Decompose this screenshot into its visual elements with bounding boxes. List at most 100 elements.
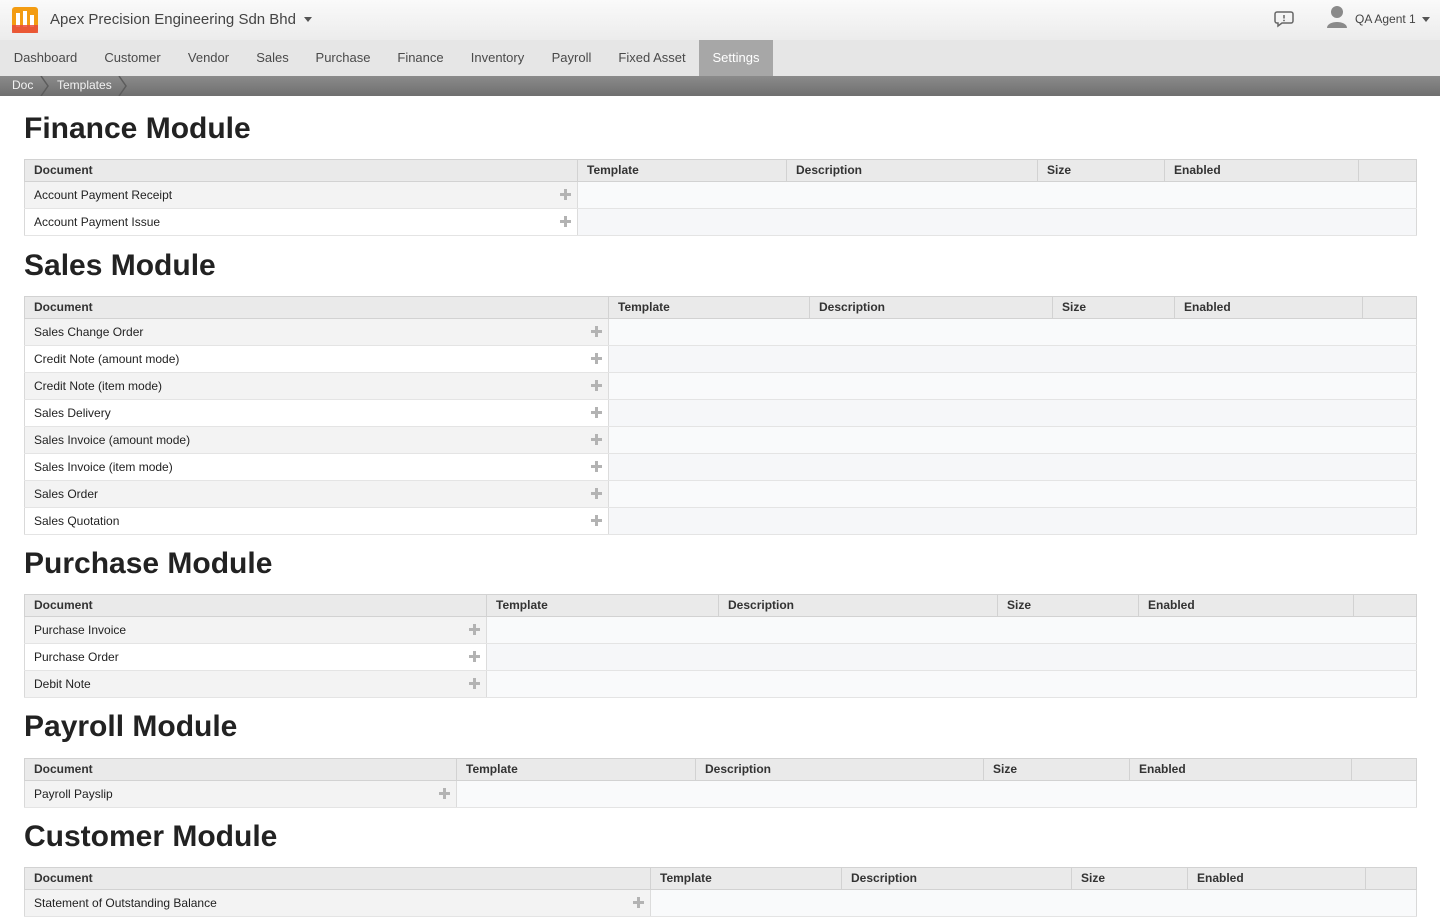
add-template-icon[interactable]	[469, 678, 480, 689]
nav-item-settings[interactable]: Settings	[699, 40, 773, 76]
table-row: Credit Note (amount mode)	[24, 345, 1417, 373]
module-title-purchase: Purchase Module	[24, 547, 273, 580]
table-row: Payroll Payslip	[24, 780, 1417, 808]
nav-item-vendor[interactable]: Vendor	[174, 40, 243, 76]
nav-item-customer[interactable]: Customer	[91, 40, 174, 76]
document-name: Sales Quotation	[34, 514, 120, 528]
table-row: Debit Note	[24, 670, 1417, 698]
column-header-template[interactable]: Template	[650, 867, 842, 890]
document-name: Account Payment Receipt	[34, 188, 173, 202]
document-name: Sales Change Order	[34, 325, 144, 339]
document-cell: Sales Invoice (item mode)	[24, 453, 609, 481]
column-header-size[interactable]: Size	[1052, 296, 1175, 319]
column-header-description[interactable]: Description	[841, 867, 1072, 890]
column-header-actions	[1358, 159, 1417, 182]
document-name: Statement of Outstanding Balance	[34, 896, 217, 910]
add-template-icon[interactable]	[591, 488, 602, 499]
document-name: Purchase Order	[34, 650, 119, 664]
document-name: Sales Invoice (amount mode)	[34, 433, 191, 447]
column-header-size[interactable]: Size	[1037, 159, 1165, 182]
column-header-description[interactable]: Description	[695, 758, 984, 781]
add-template-icon[interactable]	[469, 651, 480, 662]
template-details-cell	[486, 670, 1417, 698]
column-header-enabled[interactable]: Enabled	[1164, 159, 1359, 182]
table-row: Credit Note (item mode)	[24, 372, 1417, 400]
nav-item-sales[interactable]: Sales	[243, 40, 302, 76]
column-header-template[interactable]: Template	[456, 758, 696, 781]
document-name: Payroll Payslip	[34, 787, 113, 801]
app-logo[interactable]	[12, 7, 38, 33]
document-cell: Sales Order	[24, 480, 609, 508]
document-name: Sales Order	[34, 487, 99, 501]
document-cell: Debit Note	[24, 670, 487, 698]
column-header-size[interactable]: Size	[1071, 867, 1188, 890]
column-header-document[interactable]: Document	[24, 867, 651, 890]
column-header-size[interactable]: Size	[997, 594, 1139, 617]
document-name: Sales Invoice (item mode)	[34, 460, 173, 474]
nav-item-purchase[interactable]: Purchase	[302, 40, 384, 76]
add-template-icon[interactable]	[439, 788, 450, 799]
column-header-actions	[1362, 296, 1417, 319]
column-header-template[interactable]: Template	[577, 159, 787, 182]
table-row: Sales Invoice (amount mode)	[24, 426, 1417, 454]
template-details-cell	[486, 643, 1417, 671]
breadcrumb-separator-icon	[40, 76, 49, 96]
document-cell: Purchase Order	[24, 643, 487, 671]
document-name: Credit Note (amount mode)	[34, 352, 180, 366]
column-header-enabled[interactable]: Enabled	[1174, 296, 1363, 319]
column-header-description[interactable]: Description	[809, 296, 1053, 319]
breadcrumb-doc[interactable]: Doc	[12, 76, 33, 96]
add-template-icon[interactable]	[591, 461, 602, 472]
add-template-icon[interactable]	[591, 326, 602, 337]
document-cell: Purchase Invoice	[24, 616, 487, 644]
add-template-icon[interactable]	[560, 189, 571, 200]
user-dropdown-icon[interactable]	[1422, 17, 1430, 22]
nav-item-inventory[interactable]: Inventory	[457, 40, 538, 76]
breadcrumb-templates[interactable]: Templates	[57, 76, 112, 96]
column-header-enabled[interactable]: Enabled	[1187, 867, 1366, 890]
module-title-customer: Customer Module	[24, 820, 278, 853]
table-row: Account Payment Receipt	[24, 181, 1417, 209]
add-template-icon[interactable]	[591, 515, 602, 526]
add-template-icon[interactable]	[469, 624, 480, 635]
add-template-icon[interactable]	[591, 380, 602, 391]
template-details-cell	[608, 372, 1417, 400]
company-name[interactable]: Apex Precision Engineering Sdn Bhd	[50, 11, 296, 28]
column-header-document[interactable]: Document	[24, 594, 487, 617]
column-header-description[interactable]: Description	[718, 594, 998, 617]
company-dropdown-icon[interactable]	[304, 17, 312, 22]
add-template-icon[interactable]	[591, 407, 602, 418]
nav-item-dashboard[interactable]: Dashboard	[0, 40, 91, 76]
table-header-row: Document Template Description Size Enabl…	[24, 296, 1417, 319]
nav-item-finance[interactable]: Finance	[384, 40, 457, 76]
chat-icon[interactable]	[1274, 10, 1294, 28]
add-template-icon[interactable]	[560, 216, 571, 227]
column-header-template[interactable]: Template	[608, 296, 810, 319]
column-header-size[interactable]: Size	[983, 758, 1130, 781]
add-template-icon[interactable]	[633, 897, 644, 908]
column-header-document[interactable]: Document	[24, 159, 578, 182]
nav-item-payroll[interactable]: Payroll	[538, 40, 605, 76]
column-header-enabled[interactable]: Enabled	[1138, 594, 1354, 617]
template-details-cell	[608, 453, 1417, 481]
nav-item-fixed-asset[interactable]: Fixed Asset	[605, 40, 699, 76]
column-header-enabled[interactable]: Enabled	[1129, 758, 1352, 781]
add-template-icon[interactable]	[591, 353, 602, 364]
table-row: Sales Change Order	[24, 318, 1417, 346]
table-header-row: Document Template Description Size Enabl…	[24, 758, 1417, 781]
document-cell: Account Payment Receipt	[24, 181, 578, 209]
column-header-template[interactable]: Template	[486, 594, 719, 617]
document-cell: Account Payment Issue	[24, 208, 578, 236]
column-header-description[interactable]: Description	[786, 159, 1038, 182]
document-cell: Credit Note (item mode)	[24, 372, 609, 400]
document-name: Credit Note (item mode)	[34, 379, 163, 393]
user-name[interactable]: QA Agent 1	[1355, 12, 1416, 26]
template-details-cell	[577, 181, 1417, 209]
table-row: Purchase Invoice	[24, 616, 1417, 644]
column-header-document[interactable]: Document	[24, 758, 457, 781]
document-cell: Sales Invoice (amount mode)	[24, 426, 609, 454]
user-icon[interactable]	[1326, 5, 1348, 29]
add-template-icon[interactable]	[591, 434, 602, 445]
column-header-document[interactable]: Document	[24, 296, 609, 319]
table-header-row: Document Template Description Size Enabl…	[24, 159, 1417, 182]
